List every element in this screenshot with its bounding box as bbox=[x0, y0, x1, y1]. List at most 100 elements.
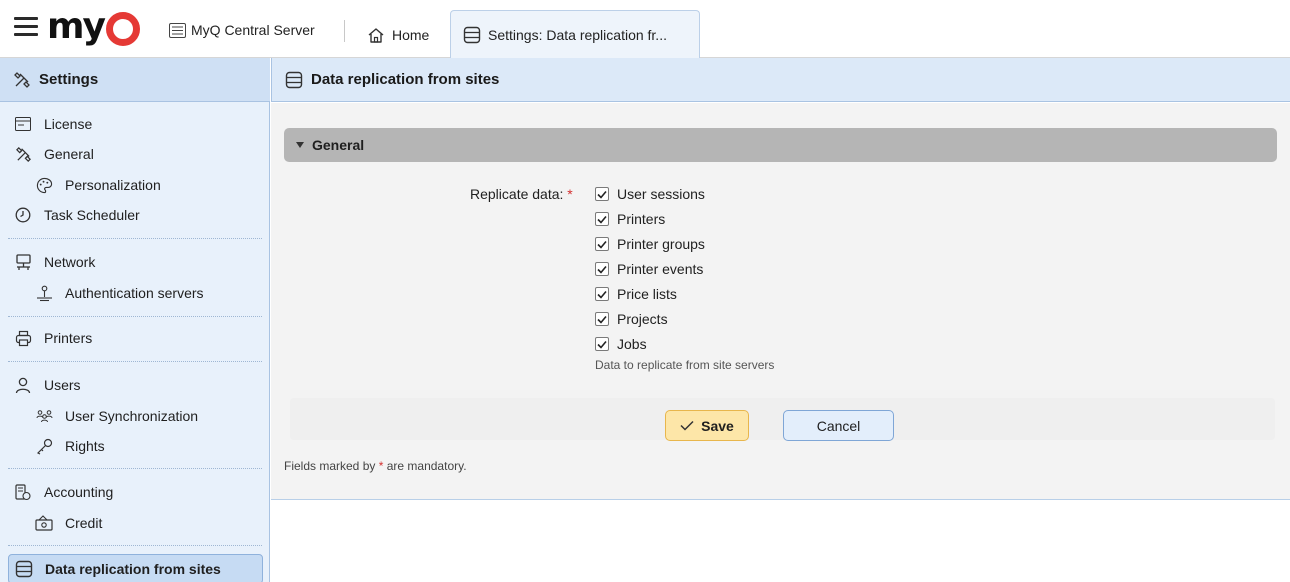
option-label: Printer events bbox=[617, 261, 704, 277]
sidebar-item-label: Accounting bbox=[44, 484, 114, 500]
checkbox-printer-events[interactable] bbox=[595, 262, 609, 276]
tools-icon bbox=[14, 145, 32, 163]
option-projects: Projects bbox=[595, 308, 668, 330]
sidebar-divider bbox=[8, 468, 262, 469]
cancel-button-label: Cancel bbox=[816, 417, 861, 434]
sidebar-header: Settings bbox=[0, 58, 270, 102]
accounting-icon bbox=[14, 483, 32, 501]
option-printers: Printers bbox=[595, 208, 665, 230]
option-jobs: Jobs bbox=[595, 333, 647, 355]
auth-server-icon bbox=[35, 284, 53, 302]
required-asterisk: * bbox=[378, 459, 384, 473]
sidebar-item-license[interactable]: License bbox=[0, 111, 262, 137]
sidebar-item-label: Credit bbox=[65, 515, 103, 531]
sidebar-divider bbox=[8, 238, 262, 239]
database-icon bbox=[285, 71, 303, 88]
main-panel: General Replicate data: * User sessions … bbox=[271, 103, 1290, 500]
sidebar-item-rights[interactable]: Rights bbox=[0, 433, 262, 459]
user-icon bbox=[14, 376, 32, 394]
sidebar-item-personalization[interactable]: Personalization bbox=[0, 172, 262, 198]
checkbox-price-lists[interactable] bbox=[595, 287, 609, 301]
logo-text: my bbox=[47, 6, 106, 47]
printer-icon bbox=[14, 329, 32, 347]
home-icon bbox=[368, 27, 384, 43]
cancel-button[interactable]: Cancel bbox=[783, 410, 894, 441]
sidebar-item-general[interactable]: General bbox=[0, 141, 262, 167]
logo-q-mark bbox=[105, 12, 140, 46]
sidebar-item-user-synchronization[interactable]: User Synchronization bbox=[0, 403, 262, 429]
checkbox-projects[interactable] bbox=[595, 312, 609, 326]
sidebar-item-network[interactable]: Network bbox=[0, 249, 262, 275]
key-icon bbox=[35, 437, 53, 455]
sidebar-divider bbox=[8, 545, 262, 546]
sidebar-item-label: Data replication from sites bbox=[45, 561, 221, 577]
tab-settings-label: Settings: Data replication fr... bbox=[488, 27, 667, 43]
sidebar-item-task-scheduler[interactable]: Task Scheduler bbox=[0, 202, 262, 228]
sidebar-title: Settings bbox=[39, 71, 99, 88]
footnote-text-end: are mandatory. bbox=[386, 459, 467, 473]
sidebar-item-data-replication[interactable]: Data replication from sites bbox=[8, 554, 263, 582]
collapse-triangle-icon bbox=[296, 142, 304, 148]
sidebar-item-authentication-servers[interactable]: Authentication servers bbox=[0, 280, 262, 306]
required-asterisk: * bbox=[567, 186, 573, 202]
page-header: Data replication from sites bbox=[271, 58, 1290, 102]
section-title: General bbox=[312, 137, 365, 153]
credit-icon bbox=[35, 514, 53, 532]
top-bar: my MyQ Central Server Home Settings: Dat… bbox=[0, 0, 1290, 59]
server-icon bbox=[169, 22, 186, 38]
field-hint: Data to replicate from site servers bbox=[595, 358, 775, 372]
tab-settings-data-replication[interactable]: Settings: Data replication fr... bbox=[450, 10, 700, 59]
save-button-label: Save bbox=[701, 417, 734, 434]
option-label: Printers bbox=[617, 211, 666, 227]
myq-logo[interactable]: my bbox=[47, 6, 140, 47]
checkbox-printer-groups[interactable] bbox=[595, 237, 609, 251]
sidebar-item-label: Authentication servers bbox=[65, 285, 204, 301]
clock-icon bbox=[14, 206, 32, 224]
license-icon bbox=[14, 115, 32, 133]
sidebar-divider bbox=[8, 361, 262, 362]
option-label: User sessions bbox=[617, 186, 705, 202]
mandatory-footnote: Fields marked by * are mandatory. bbox=[284, 459, 467, 473]
save-button[interactable]: Save bbox=[665, 410, 749, 441]
checkmark-icon bbox=[680, 420, 694, 431]
checkbox-jobs[interactable] bbox=[595, 337, 609, 351]
sidebar-item-label: Task Scheduler bbox=[44, 207, 140, 223]
option-label: Printer groups bbox=[617, 236, 705, 252]
option-price-lists: Price lists bbox=[595, 283, 677, 305]
sidebar-item-printers[interactable]: Printers bbox=[0, 325, 262, 351]
checkbox-printers[interactable] bbox=[595, 212, 609, 226]
sidebar-item-label: Network bbox=[44, 254, 96, 270]
option-printer-events: Printer events bbox=[595, 258, 703, 280]
page-title: Data replication from sites bbox=[311, 71, 500, 88]
tab-home-label: Home bbox=[392, 27, 430, 43]
database-icon bbox=[463, 26, 481, 44]
footnote-text-start: Fields marked by bbox=[284, 459, 376, 473]
tools-icon bbox=[14, 71, 30, 88]
database-icon bbox=[15, 560, 33, 578]
network-icon bbox=[14, 253, 32, 271]
sidebar-item-accounting[interactable]: Accounting bbox=[0, 479, 262, 505]
field-label-text: Replicate data: bbox=[470, 186, 564, 202]
server-indicator: MyQ Central Server bbox=[169, 22, 315, 38]
sidebar-item-label: Users bbox=[44, 377, 81, 393]
option-label: Projects bbox=[617, 311, 668, 327]
checkbox-user-sessions[interactable] bbox=[595, 187, 609, 201]
sidebar-item-label: User Synchronization bbox=[65, 408, 199, 424]
option-printer-groups: Printer groups bbox=[595, 233, 705, 255]
settings-sidebar: License General Personalization Task Sch… bbox=[0, 102, 270, 582]
palette-icon bbox=[35, 176, 53, 194]
sidebar-item-credit[interactable]: Credit bbox=[0, 510, 262, 536]
option-label: Jobs bbox=[617, 336, 647, 352]
general-section-toggle[interactable]: General bbox=[284, 128, 1277, 162]
sidebar-item-label: Printers bbox=[44, 330, 93, 346]
sidebar-item-label: General bbox=[44, 146, 94, 162]
sidebar-item-label: Personalization bbox=[65, 177, 161, 193]
option-user-sessions: User sessions bbox=[595, 183, 705, 205]
sidebar-item-label: License bbox=[44, 116, 93, 132]
replicate-data-label: Replicate data: * bbox=[470, 186, 573, 202]
sidebar-item-users[interactable]: Users bbox=[0, 372, 262, 398]
sidebar-divider bbox=[8, 316, 262, 317]
topbar-separator bbox=[344, 20, 345, 42]
hamburger-menu-icon[interactable] bbox=[14, 17, 38, 37]
tab-home[interactable]: Home bbox=[355, 11, 441, 59]
